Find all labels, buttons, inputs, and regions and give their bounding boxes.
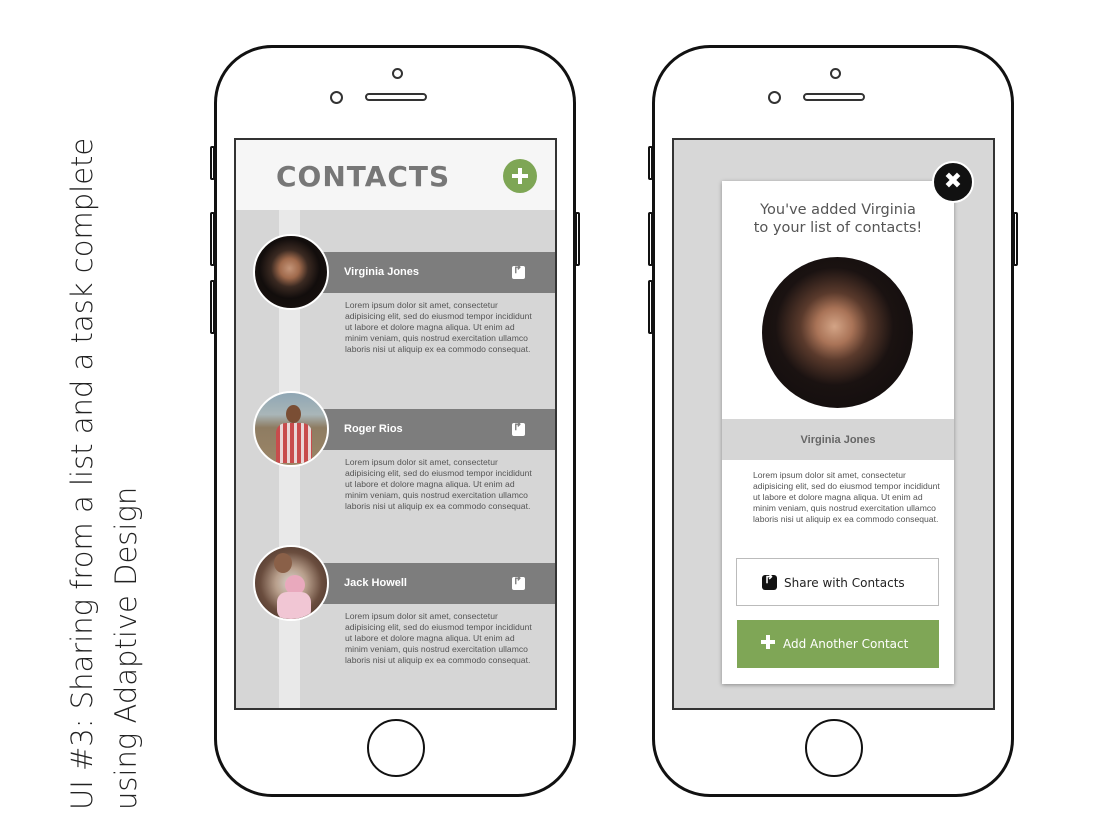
volume-up-button (648, 212, 653, 266)
confirmation-modal: You've added Virginia to your list of co… (722, 181, 954, 684)
mute-switch (210, 146, 215, 180)
volume-down-button (648, 280, 653, 334)
contact-description: Lorem ipsum dolor sit amet, consectetur … (345, 300, 532, 354)
contact-name: Jack Howell (344, 577, 407, 589)
caption-line-2: using Adaptive Design (109, 486, 143, 810)
home-button[interactable] (367, 719, 425, 777)
share-icon[interactable] (512, 574, 525, 590)
phone-list: CONTACTS Virginia Jones Lorem ipsum dolo… (210, 45, 580, 797)
mute-switch (648, 146, 653, 180)
contact-list: Virginia Jones Lorem ipsum dolor sit ame… (236, 210, 555, 708)
add-another-contact-button[interactable]: Add Another Contact (737, 620, 939, 668)
message-line-1: You've added Virginia (760, 202, 916, 218)
phone-confirmation: You've added Virginia to your list of co… (648, 45, 1018, 797)
contact-name-band: Virginia Jones (722, 419, 954, 460)
header: CONTACTS (236, 140, 555, 210)
volume-up-button (210, 212, 215, 266)
close-icon[interactable]: ✖ (932, 161, 974, 203)
sensor-icon (330, 91, 343, 104)
add-button-label: Add Another Contact (783, 637, 909, 651)
contacts-screen: CONTACTS Virginia Jones Lorem ipsum dolo… (234, 138, 557, 710)
contact-description: Lorem ipsum dolor sit amet, consectetur … (345, 457, 532, 511)
list-item[interactable]: Virginia Jones Lorem ipsum dolor sit ame… (236, 210, 555, 360)
contact-description: Lorem ipsum dolor sit amet, consectetur … (753, 470, 940, 524)
contact-description: Lorem ipsum dolor sit amet, consectetur … (345, 611, 532, 665)
volume-down-button (210, 280, 215, 334)
contact-photo (762, 257, 913, 408)
camera-icon (392, 68, 403, 79)
contact-name: Virginia Jones (800, 434, 876, 446)
list-item[interactable]: Jack Howell Lorem ipsum dolor sit amet, … (236, 521, 555, 671)
caption-line-1: UI #3: Sharing from a list and a task co… (65, 137, 99, 810)
share-button-label: Share with Contacts (784, 576, 905, 590)
message-line-2: to your list of contacts! (753, 220, 923, 236)
contact-name-bar: Roger Rios (316, 409, 555, 450)
home-button[interactable] (805, 719, 863, 777)
camera-icon (830, 68, 841, 79)
list-item[interactable]: Roger Rios Lorem ipsum dolor sit amet, c… (236, 367, 555, 517)
avatar (253, 234, 329, 310)
plus-circle-icon[interactable] (503, 159, 537, 193)
contact-name-bar: Virginia Jones (316, 252, 555, 293)
share-with-contacts-button[interactable]: Share with Contacts (736, 558, 939, 606)
avatar (253, 545, 329, 621)
contact-name: Virginia Jones (344, 266, 419, 278)
page-caption: UI #3: Sharing from a list and a task co… (60, 110, 148, 810)
page-title: CONTACTS (276, 160, 451, 193)
share-icon[interactable] (512, 263, 525, 279)
contact-name: Roger Rios (344, 423, 403, 435)
sensor-icon (768, 91, 781, 104)
speaker-grille (803, 93, 865, 101)
share-icon[interactable] (512, 420, 525, 436)
speaker-grille (365, 93, 427, 101)
share-icon (762, 572, 777, 590)
power-button (1013, 212, 1018, 266)
confirmation-message: You've added Virginia to your list of co… (722, 201, 954, 237)
contact-name-bar: Jack Howell (316, 563, 555, 604)
power-button (575, 212, 580, 266)
avatar (253, 391, 329, 467)
plus-icon (761, 635, 775, 649)
confirmation-screen: You've added Virginia to your list of co… (672, 138, 995, 710)
